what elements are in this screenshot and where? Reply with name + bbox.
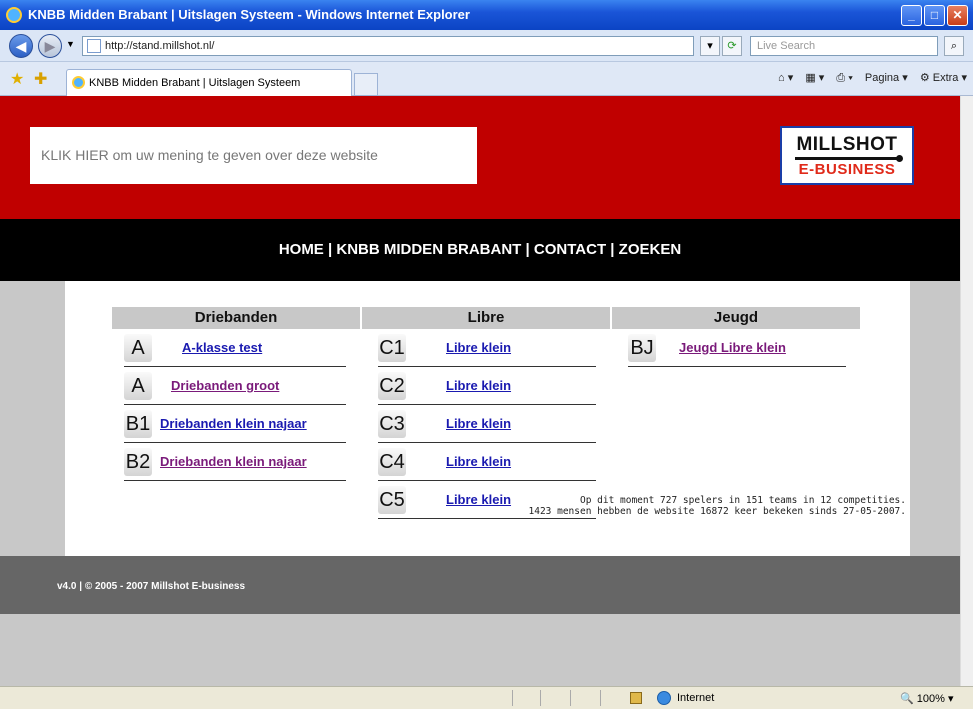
minimize-button[interactable]: _ xyxy=(901,5,922,26)
logo-line2: E-BUSINESS xyxy=(798,161,896,178)
nav-knbb[interactable]: KNBB MIDDEN BRABANT xyxy=(336,241,521,258)
class-code-badge: B1 xyxy=(124,410,152,438)
nav-home[interactable]: HOME xyxy=(279,241,324,258)
competition-link[interactable]: Libre klein xyxy=(446,378,511,393)
feedback-link[interactable]: KLIK HIER om uw mening te geven over dez… xyxy=(30,127,477,184)
status-divider xyxy=(570,690,571,706)
competition-row: A Driebanden groot xyxy=(124,367,346,405)
page-icon xyxy=(87,39,101,53)
status-bar: Internet 🔍 100% ▾ xyxy=(0,686,973,709)
competition-link[interactable]: Driebanden klein najaar xyxy=(160,416,307,431)
class-code-badge: C2 xyxy=(378,372,406,400)
competition-row: C1 Libre klein xyxy=(378,329,596,367)
main-nav-bar: HOME | KNBB MIDDEN BRABANT | CONTACT | Z… xyxy=(0,219,960,281)
window-title: KNBB Midden Brabant | Uitslagen Systeem … xyxy=(28,7,470,22)
forward-button[interactable]: ▶ xyxy=(38,34,62,58)
competition-row: B1 Driebanden klein najaar xyxy=(124,405,346,443)
ie-logo-icon xyxy=(6,7,22,23)
status-divider xyxy=(540,690,541,706)
competition-link[interactable]: Libre klein xyxy=(446,492,511,507)
page-menu-label: Pagina xyxy=(864,72,900,84)
zoom-value: 100% xyxy=(916,693,945,705)
competition-row: A A-klasse test xyxy=(124,329,346,367)
class-code-badge: C5 xyxy=(378,486,406,514)
competition-link[interactable]: Libre klein xyxy=(446,340,511,355)
maximize-button[interactable]: □ xyxy=(924,5,945,26)
ie-favicon-icon xyxy=(72,76,85,89)
security-icon[interactable] xyxy=(630,692,642,704)
tab-label: KNBB Midden Brabant | Uitslagen Systeem xyxy=(89,77,301,89)
class-code-badge: C1 xyxy=(378,334,406,362)
internet-zone-icon xyxy=(657,691,671,705)
status-divider xyxy=(512,690,513,706)
class-code-badge: BJ xyxy=(628,334,656,362)
competition-row: C3 Libre klein xyxy=(378,405,596,443)
competition-link[interactable]: Driebanden klein najaar xyxy=(160,454,307,469)
main-nav: HOME | KNBB MIDDEN BRABANT | CONTACT | Z… xyxy=(0,241,960,258)
page-menu[interactable]: Pagina ▾ xyxy=(865,72,908,84)
search-icon[interactable]: ⌕ xyxy=(944,36,964,56)
home-icon[interactable]: ⌂ ▾ xyxy=(778,72,793,84)
competition-link[interactable]: Driebanden groot xyxy=(171,378,279,393)
competition-row: C5 Libre klein xyxy=(378,481,596,519)
zoom-level[interactable]: 🔍 100% ▾ xyxy=(900,692,953,705)
tab-current[interactable]: KNBB Midden Brabant | Uitslagen Systeem xyxy=(66,69,352,96)
address-toolbar: ◀ ▶ ▼ http://stand.millshot.nl/ ▾ ⟳ Live… xyxy=(0,30,973,62)
class-code-badge: A xyxy=(124,372,152,400)
search-input[interactable]: Live Search xyxy=(750,36,938,56)
window-titlebar: KNBB Midden Brabant | Uitslagen Systeem … xyxy=(0,0,973,30)
class-code-badge: B2 xyxy=(124,448,152,476)
page-viewport: KLIK HIER om uw mening te geven over dez… xyxy=(0,96,960,686)
class-code-badge: C4 xyxy=(378,448,406,476)
tools-menu[interactable]: ⚙ Extra ▾ xyxy=(920,72,967,84)
competition-row: C4 Libre klein xyxy=(378,443,596,481)
close-button[interactable]: ✕ xyxy=(947,5,968,26)
logo-bar xyxy=(795,155,903,162)
column-heading-driebanden: Driebanden xyxy=(112,307,360,329)
competition-link[interactable]: A-klasse test xyxy=(182,340,262,355)
print-icon[interactable]: ⎙ ▾ xyxy=(836,72,852,84)
tab-toolbar: ★ ✚ KNBB Midden Brabant | Uitslagen Syst… xyxy=(0,62,973,96)
millshot-logo: MILLSHOT E-BUSINESS xyxy=(780,126,914,185)
address-dropdown-icon[interactable]: ▾ xyxy=(700,36,720,56)
nav-separator: | xyxy=(323,241,337,258)
favorites-star-icon[interactable]: ★ xyxy=(10,69,24,89)
competition-link[interactable]: Libre klein xyxy=(446,416,511,431)
add-favorites-icon[interactable]: ✚ xyxy=(34,69,47,89)
new-tab-button[interactable] xyxy=(354,73,378,96)
footer-text: v4.0 | © 2005 - 2007 Millshot E-business xyxy=(57,581,246,592)
vertical-scrollbar[interactable] xyxy=(960,96,973,686)
competition-row: BJ Jeugd Libre klein xyxy=(628,329,846,367)
header-banner: KLIK HIER om uw mening te geven over dez… xyxy=(0,96,960,219)
column-heading-libre: Libre xyxy=(362,307,610,329)
class-code-badge: C3 xyxy=(378,410,406,438)
tools-menu-label: Extra xyxy=(932,72,959,84)
address-field[interactable]: http://stand.millshot.nl/ xyxy=(82,36,694,56)
command-bar: ⌂ ▾ ▦ ▾ ⎙ ▾ Pagina ▾ ⚙ Extra ▾ xyxy=(769,71,967,85)
nav-contact[interactable]: CONTACT xyxy=(534,241,606,258)
feeds-icon[interactable]: ▦ ▾ xyxy=(805,72,824,84)
address-value: http://stand.millshot.nl/ xyxy=(105,40,215,52)
page-footer: v4.0 | © 2005 - 2007 Millshot E-business xyxy=(0,556,960,614)
competition-row: B2 Driebanden klein najaar xyxy=(124,443,346,481)
security-zone-label: Internet xyxy=(677,692,715,704)
history-dropdown-icon[interactable]: ▼ xyxy=(66,39,75,49)
logo-line1: MILLSHOT xyxy=(796,134,898,155)
nav-zoeken[interactable]: ZOEKEN xyxy=(619,241,682,258)
competition-panel: Op dit moment 727 spelers in 151 teams i… xyxy=(65,281,910,556)
nav-separator: | xyxy=(521,241,534,258)
back-button[interactable]: ◀ xyxy=(9,34,33,58)
column-heading-jeugd: Jeugd xyxy=(612,307,860,329)
competition-row: C2 Libre klein xyxy=(378,367,596,405)
class-code-badge: A xyxy=(124,334,152,362)
competition-link[interactable]: Jeugd Libre klein xyxy=(679,340,786,355)
nav-separator: | xyxy=(606,241,619,258)
competition-link[interactable]: Libre klein xyxy=(446,454,511,469)
status-divider xyxy=(600,690,601,706)
